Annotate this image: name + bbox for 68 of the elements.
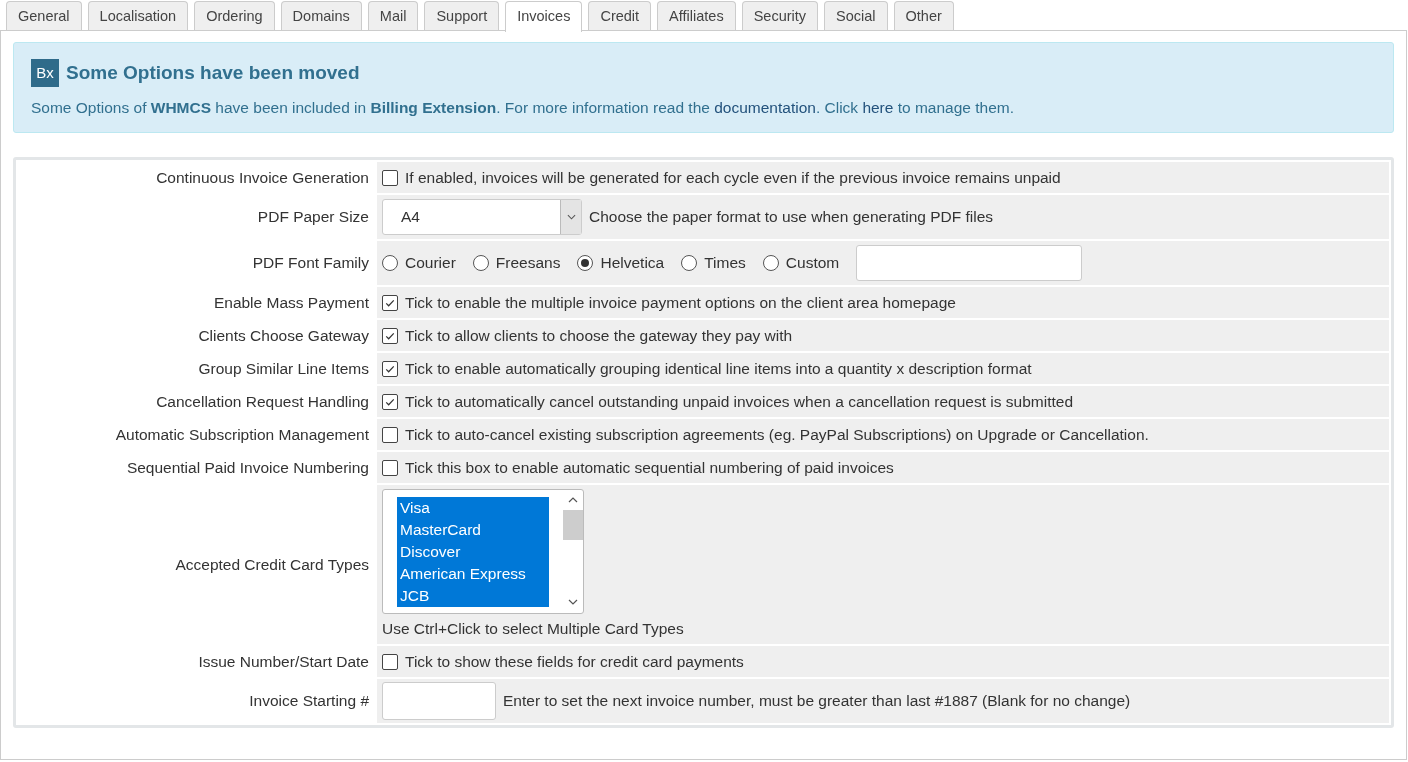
setting-label: PDF Font Family: [252, 254, 369, 272]
alert-title: Some Options have been moved: [66, 62, 360, 84]
settings-tab[interactable]: Affiliates: [657, 1, 736, 30]
checkbox[interactable]: [382, 327, 398, 344]
checkbox[interactable]: [382, 393, 398, 410]
setting-description: Enter to set the next invoice number, must be greater than last #1887 (Blank for no change): [503, 692, 1131, 710]
card-type-option[interactable]: American Express: [397, 563, 549, 585]
setting-label: Cancellation Request Handling: [156, 392, 369, 411]
setting-label: Group Similar Line Items: [198, 359, 369, 378]
setting-label: Invoice Starting #: [249, 692, 369, 710]
setting-label: Automatic Subscription Management: [115, 425, 369, 444]
setting-description: Tick to automatically cancel outstanding unpaid invoices when a cancellation request is submitted: [405, 392, 1074, 411]
radio-button[interactable]: [472, 255, 489, 271]
setting-description: Choose the paper format to use when generating PDF files: [589, 208, 994, 226]
settings-tab[interactable]: Social: [824, 1, 888, 30]
setting-label: Continuous Invoice Generation: [156, 168, 369, 187]
checkbox[interactable]: [382, 360, 398, 377]
checkbox[interactable]: [382, 169, 398, 186]
radio-label: Courier: [405, 254, 456, 272]
setting-label: PDF Paper Size: [257, 208, 369, 226]
settings-tab[interactable]: Localisation: [87, 1, 189, 30]
settings-tab[interactable]: Mail: [367, 1, 419, 30]
settings-tab[interactable]: Other: [893, 1, 954, 30]
setting-label: Issue Number/Start Date: [198, 652, 369, 671]
radio-label: Freesans: [495, 254, 561, 272]
radio-button[interactable]: [577, 255, 594, 271]
card-type-option[interactable]: Discover: [397, 541, 549, 563]
setting-description: Tick to enable automatically grouping identical line items into a quantity x description format: [405, 359, 1032, 378]
setting-description: If enabled, invoices will be generated for each cycle even if the previous invoice remains unpaid: [405, 168, 1061, 187]
checkbox[interactable]: [382, 294, 398, 311]
alert-link[interactable]: documentation: [714, 99, 816, 116]
checkbox[interactable]: [382, 459, 398, 476]
setting-description: Tick to enable the multiple invoice payment options on the client area homepage: [405, 293, 956, 312]
setting-description: Tick to show these fields for credit card payments: [405, 652, 744, 671]
paper-size-dropdown[interactable]: A4: [382, 199, 582, 235]
card-type-option[interactable]: Visa: [397, 497, 549, 519]
invoice-number-field[interactable]: [382, 682, 496, 720]
caret-icon: [566, 214, 576, 220]
settings-tab[interactable]: Ordering: [194, 1, 275, 30]
setting-label: Accepted Credit Card Types: [175, 555, 369, 574]
setting-description: Use Ctrl+Click to select Multiple Card Types: [382, 620, 684, 638]
radio-button[interactable]: [681, 255, 698, 271]
logo-icon: Bx: [31, 59, 59, 87]
alert-link[interactable]: here: [862, 99, 894, 116]
card-type-option[interactable]: MasterCard: [397, 519, 549, 541]
settings-tab[interactable]: Domains: [280, 1, 362, 30]
radio-button[interactable]: [762, 255, 779, 271]
settings-tab[interactable]: Security: [741, 1, 819, 30]
settings-tab[interactable]: Invoices: [505, 1, 583, 32]
alert-message: Some Options of WHMCS have been included in Billing Extension. For more information read the documentation. Click here to manage them.: [31, 99, 1016, 117]
radio-label: Times: [704, 254, 746, 272]
card-type-option[interactable]: JCB: [397, 585, 549, 607]
setting-label: Clients Choose Gateway: [198, 326, 369, 345]
checkbox[interactable]: [382, 653, 398, 670]
setting-description: Tick this box to enable automatic sequential numbering of paid invoices: [405, 458, 894, 477]
radio-button[interactable]: [382, 255, 398, 271]
setting-label: Enable Mass Payment: [213, 293, 369, 312]
card-types-listbox[interactable]: Visa MasterCard Discover American Express JCB: [382, 489, 584, 614]
setting-description: Tick to auto-cancel existing subscription agreements (eg. PayPal Subscriptions) on Upgrade or Cancellation.: [405, 425, 1149, 444]
radio-label: Helvetica: [600, 254, 665, 272]
settings-tab[interactable]: Support: [424, 1, 500, 30]
settings-tab[interactable]: General: [6, 1, 82, 30]
checkbox[interactable]: [382, 426, 398, 443]
custom-font-field[interactable]: [856, 245, 1083, 281]
setting-label: Sequential Paid Invoice Numbering: [126, 458, 369, 477]
setting-description: Tick to allow clients to choose the gateway they pay with: [405, 326, 793, 345]
radio-label: Custom: [785, 254, 840, 272]
settings-tab[interactable]: Credit: [588, 1, 652, 30]
